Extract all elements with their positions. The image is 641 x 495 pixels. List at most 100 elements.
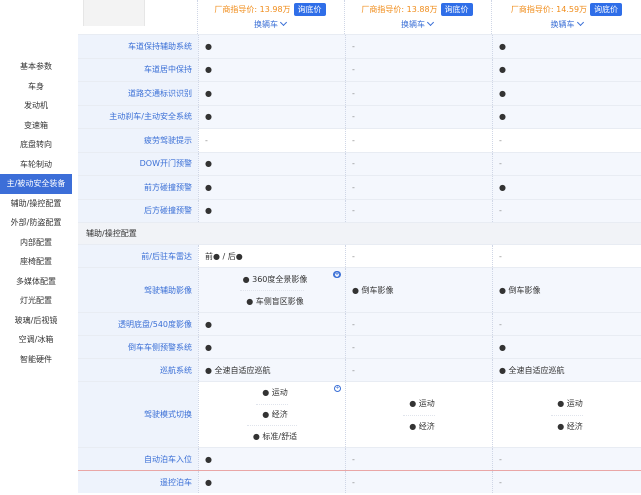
value-cell: ● <box>198 471 345 493</box>
nav-item[interactable]: 变速箱 <box>0 116 72 136</box>
value-cell: ● <box>198 448 345 470</box>
value-cell: ● <box>198 58 345 81</box>
row-label: 前方碰撞预警 <box>78 176 198 199</box>
value-cell: - <box>492 199 641 222</box>
nav-item[interactable]: 主/被动安全装备 <box>0 174 72 194</box>
value-cell: ● <box>198 336 345 358</box>
ask-price-button[interactable]: 询底价 <box>293 3 326 16</box>
value-cell: ● 倒车影像 <box>492 268 641 312</box>
nav-item[interactable]: 底盘转向 <box>0 135 72 155</box>
value-cell: ● 倒车影像 + <box>333 268 492 312</box>
value-cell: ● <box>492 105 641 128</box>
value-cell: ● 360度全景影像 ● 车侧盲区影像 + <box>198 268 345 312</box>
chevron-down-icon <box>426 18 435 27</box>
section-header: 辅助/操控配置 <box>78 222 641 244</box>
value-cell: - <box>345 313 492 335</box>
value-cell: - <box>345 129 492 152</box>
table-row: 道路交通标识识别 ● - ● <box>78 81 641 105</box>
price-label: 厂商指导价: 13.88万 <box>361 5 438 14</box>
value-cell: ● 运动 ● 经济 <box>492 382 641 447</box>
chevron-down-icon <box>279 18 288 27</box>
car-column-header-1: 厂商指导价: 13.98万 询底价 换辆车 <box>197 0 342 36</box>
ask-price-button[interactable]: 询底价 <box>590 3 623 16</box>
value-cell: ● <box>198 35 345 58</box>
value-cell: - <box>345 35 492 58</box>
nav-item[interactable]: 多媒体配置 <box>0 272 72 292</box>
value-cell: ● <box>198 176 345 199</box>
value-cell: - <box>492 313 641 335</box>
table-row: 主动刹车/主动安全系统 ● - ● <box>78 104 641 128</box>
car-column-header-2: 厂商指导价: 13.88万 询底价 换辆车 <box>344 0 489 36</box>
value-cell: - <box>345 199 492 222</box>
table-row: 巡航系统 ● 全速自适应巡航 - ● 全速自适应巡航 <box>78 358 641 381</box>
value-cell: ● <box>492 336 641 358</box>
value-cell: - <box>492 152 641 175</box>
table-row: 驾驶辅助影像 ● 360度全景影像 ● 车侧盲区影像 + ● 倒车影像 + ● 倒车… <box>78 267 641 312</box>
row-label: 自动泊车入位 <box>78 448 198 470</box>
nav-item[interactable]: 辅助/操控配置 <box>0 194 72 214</box>
row-label: 倒车车侧预警系统 <box>78 336 198 358</box>
table-row: 后方碰撞预警 ● - - <box>78 198 641 222</box>
value-cell: - <box>345 336 492 358</box>
value-cell: ● <box>198 152 345 175</box>
row-label: 透明底盘/540度影像 <box>78 313 198 335</box>
switch-car-button[interactable]: 换辆车 <box>492 18 641 30</box>
table-row: 疲劳驾驶提示 - - - <box>78 128 641 152</box>
value-cell: - <box>345 152 492 175</box>
nav-item[interactable]: 车身 <box>0 77 72 97</box>
row-label: 车道居中保持 <box>78 58 198 81</box>
row-label: 巡航系统 <box>78 359 198 381</box>
ask-price-button[interactable]: 询底价 <box>440 3 473 16</box>
nav-item[interactable]: 座椅配置 <box>0 252 72 272</box>
value-cell: - <box>492 471 641 493</box>
nav-item[interactable]: 外部/防盗配置 <box>0 213 72 233</box>
value-cell: ● <box>198 313 345 335</box>
value-cell: - <box>345 82 492 105</box>
table-row: 前方碰撞预警 ● - ● <box>78 175 641 199</box>
nav-item[interactable]: 玻璃/后视镜 <box>0 311 72 331</box>
value-cell: - <box>345 58 492 81</box>
nav-item[interactable]: 内部配置 <box>0 233 72 253</box>
value-cell: - <box>198 129 345 152</box>
value-cell: ● 全速自适应巡航 <box>492 359 641 381</box>
table-row: 车道居中保持 ● - ● <box>78 57 641 81</box>
value-cell: ● <box>198 82 345 105</box>
row-label: 遥控泊车 <box>78 471 198 493</box>
value-cell: ● <box>492 58 641 81</box>
nav-item[interactable]: 灯光配置 <box>0 291 72 311</box>
expand-icon[interactable]: + <box>334 385 341 392</box>
row-label: 车道保持辅助系统 <box>78 35 198 58</box>
price-label: 厂商指导价: 14.59万 <box>510 5 588 14</box>
table-row: DOW开门预警 ● - - <box>78 151 641 175</box>
switch-car-button[interactable]: 换辆车 <box>345 18 489 30</box>
value-cell: ● 运动 ● 经济 <box>345 382 492 447</box>
value-cell: ● 运动 ● 经济 ● 标准/舒适 + <box>198 382 345 447</box>
car-thumbnail <box>83 0 145 26</box>
row-label: 后方碰撞预警 <box>78 199 198 222</box>
value-cell: - <box>345 176 492 199</box>
nav-item[interactable]: 智能硬件 <box>0 350 72 370</box>
value-cell: - <box>345 245 492 267</box>
row-label: 疲劳驾驶提示 <box>78 129 198 152</box>
row-label: DOW开门预警 <box>78 152 198 175</box>
value-cell: - <box>345 105 492 128</box>
car-column-header-3: 厂商指导价: 14.59万 询底价 换辆车 <box>491 0 641 36</box>
nav-item[interactable]: 车轮制动 <box>0 155 72 175</box>
value-cell: - <box>345 471 492 493</box>
nav-item[interactable]: 发动机 <box>0 96 72 116</box>
nav-item[interactable]: 基本参数 <box>0 57 72 77</box>
value-cell: ● <box>492 82 641 105</box>
row-label: 前/后驻车雷达 <box>78 245 198 267</box>
config-table: 车道保持辅助系统 ● - ● 车道居中保持 ● - ● 道路交通标识识别 ● - ● 主动刹车/主动安全… <box>78 34 641 493</box>
switch-car-button[interactable]: 换辆车 <box>198 18 342 30</box>
row-label: 道路交通标识识别 <box>78 82 198 105</box>
row-label: 驾驶辅助影像 <box>78 268 198 312</box>
nav-item[interactable]: 空调/冰箱 <box>0 330 72 350</box>
value-cell: 前● / 后● <box>198 245 345 267</box>
value-cell: ● <box>198 105 345 128</box>
chevron-down-icon <box>576 18 584 27</box>
value-cell: ● 全速自适应巡航 <box>198 359 345 381</box>
table-row: 倒车车侧预警系统 ● - ● <box>78 335 641 358</box>
value-cell: - <box>492 448 641 470</box>
expand-icon[interactable]: + <box>333 271 340 278</box>
